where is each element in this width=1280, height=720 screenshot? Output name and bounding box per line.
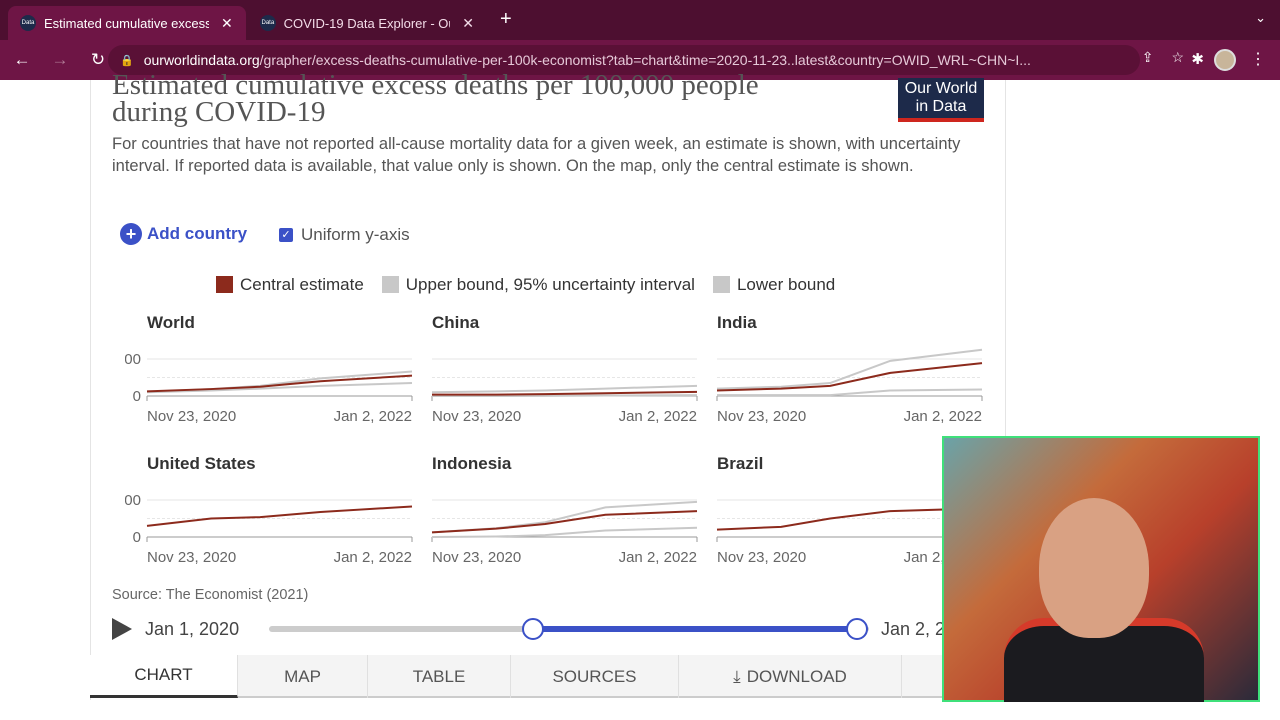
profile-avatar[interactable] (1214, 49, 1236, 71)
url-path: /grapher/excess-deaths-cumulative-per-10… (259, 52, 1031, 68)
x-tick-label: Nov 23, 2020 (432, 408, 521, 425)
tab-sources[interactable]: SOURCES (511, 655, 679, 698)
legend: Central estimate Upper bound, 95% uncert… (216, 275, 835, 295)
facet-world: World 0 400 Nov 23, 2020 Jan 2, 2022 (125, 313, 415, 433)
legend-item-upper[interactable]: Upper bound, 95% uncertainty interval (381, 275, 695, 295)
legend-label: Central estimate (240, 275, 364, 294)
facet-indonesia: Indonesia Nov 23, 2020 Jan 2, 2022 (410, 454, 700, 574)
uniform-y-axis-label: Uniform y-axis (301, 225, 410, 244)
upper-bound-line (431, 384, 698, 394)
y-tick-label: 400 (125, 351, 141, 368)
legend-label: Upper bound, 95% uncertainty interval (405, 275, 695, 294)
facet-united-states: United States 0 400 Nov 23, 2020 Jan 2, 2022 (125, 454, 415, 574)
add-country-label: Add country (147, 224, 248, 243)
legend-item-central[interactable]: Central estimate (216, 275, 364, 295)
owid-favicon-icon: Data (20, 15, 36, 31)
chart-tabs: CHART MAP TABLE SOURCES ⤓ DOWNLOAD (90, 655, 1006, 698)
facet-title: China (432, 313, 480, 332)
facet-title: Indonesia (432, 454, 512, 473)
play-icon[interactable] (112, 618, 132, 640)
url-domain: ourworldindata.org (143, 52, 260, 68)
source-note: Source: The Economist (2021) (112, 587, 309, 603)
facet-plot: Nov 23, 2020 Jan 2, 2022 (716, 348, 983, 425)
timeline-start-label: Jan 1, 2020 (145, 619, 240, 639)
facet-title: World (147, 313, 195, 332)
facet-title: India (717, 313, 757, 332)
tab-map[interactable]: MAP (238, 655, 368, 698)
facet-plot: 0 400 Nov 23, 2020 Jan 2, 2022 (125, 351, 413, 425)
plus-circle-icon: + (120, 223, 142, 245)
legend-item-lower[interactable]: Lower bound (712, 275, 836, 295)
timeline-end-handle[interactable] (846, 618, 868, 640)
tab-list-icon[interactable]: ⌄ (1255, 10, 1266, 26)
upper-bound-line (716, 348, 983, 390)
star-icon[interactable]: ☆ (1171, 49, 1184, 66)
share-icon[interactable]: ⇪ (1142, 49, 1154, 66)
x-tick-label: Jan 2, 2022 (334, 408, 412, 425)
tab-excess-deaths[interactable]: Data Estimated cumulative excess d ✕ (8, 6, 246, 40)
webcam-person-face (1039, 498, 1149, 638)
tab-chart[interactable]: CHART (90, 655, 238, 698)
x-tick-label: Nov 23, 2020 (717, 408, 806, 425)
facet-title: United States (147, 454, 256, 473)
x-tick-label: Jan 2, 2022 (334, 549, 412, 566)
tab-table[interactable]: TABLE (368, 655, 511, 698)
chart-title: Estimated cumulative excess deaths per 1… (112, 69, 759, 128)
x-tick-label: Jan 2, 2022 (904, 408, 982, 425)
upper-bound-line (431, 500, 698, 534)
central-estimate-line (146, 505, 413, 527)
facet-plot: 0 400 Nov 23, 2020 Jan 2, 2022 (125, 492, 413, 566)
x-tick-label: Nov 23, 2020 (432, 549, 521, 566)
facet-plot: Nov 23, 2020 Jan 2, 2022 (431, 499, 698, 566)
x-tick-label: Jan 2, 2022 (619, 408, 697, 425)
tab-download-label: DOWNLOAD (746, 666, 847, 686)
close-icon[interactable]: ✕ (221, 15, 233, 32)
close-icon[interactable]: ✕ (462, 15, 474, 32)
menu-icon[interactable]: ⋮ (1250, 49, 1266, 69)
tab-title: Estimated cumulative excess d (44, 15, 209, 31)
x-tick-label: Nov 23, 2020 (147, 408, 236, 425)
uniform-y-axis-checkbox[interactable]: ✓ Uniform y-axis (279, 225, 410, 245)
facet-plot: Nov 23, 2020 Jan 2, 2022 (431, 358, 698, 425)
lower-bound-line (717, 388, 983, 397)
x-tick-label: Nov 23, 2020 (147, 549, 236, 566)
timeline-start-handle[interactable] (522, 618, 544, 640)
chart-subtitle: For countries that have not reported all… (112, 135, 961, 175)
legend-label: Lower bound (736, 275, 836, 294)
timeline-slider[interactable] (269, 618, 869, 640)
y-tick-label: 400 (125, 492, 141, 509)
x-tick-label: Jan 2, 2022 (619, 549, 697, 566)
webcam-overlay (942, 436, 1260, 702)
owid-logo[interactable]: Our World in Data (898, 78, 984, 122)
download-icon: ⤓ (733, 666, 741, 686)
y-tick-label: 0 (133, 388, 141, 405)
tab-download[interactable]: ⤓ DOWNLOAD (679, 655, 902, 698)
facet-title: Brazil (717, 454, 764, 473)
tab-title: COVID-19 Data Explorer - Our (283, 15, 451, 31)
checkbox-checked-icon[interactable]: ✓ (279, 228, 293, 242)
new-tab-icon[interactable]: + (500, 8, 512, 31)
tab-strip: Data Estimated cumulative excess d ✕ Dat… (0, 0, 1280, 40)
x-tick-label: Nov 23, 2020 (717, 549, 806, 566)
lock-icon: 🔒 (120, 54, 134, 67)
facet-china: China Nov 23, 2020 Jan 2, 2022 (410, 313, 700, 433)
facet-india: India Nov 23, 2020 Jan 2, 2022 (695, 313, 985, 433)
add-country-button[interactable]: + Add country (120, 223, 247, 245)
back-icon[interactable]: ← (6, 50, 38, 70)
forward-icon[interactable]: → (44, 50, 76, 70)
tab-covid-explorer[interactable]: Data COVID-19 Data Explorer - Our ✕ (248, 6, 486, 40)
owid-favicon-icon: Data (260, 15, 276, 31)
y-tick-label: 0 (133, 529, 141, 546)
upper-bound-line (146, 370, 413, 393)
timeline-selected-range (533, 626, 857, 632)
extensions-icon[interactable]: ✱ (1191, 50, 1204, 68)
